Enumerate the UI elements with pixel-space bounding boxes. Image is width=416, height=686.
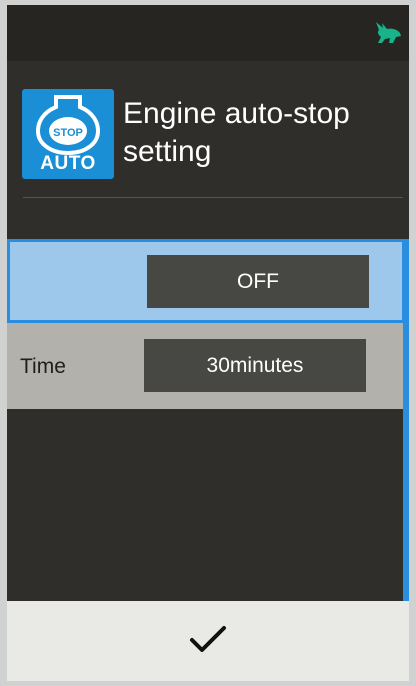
time-setting-row[interactable]: Time 30minutes [7,323,405,409]
footer-bar [7,601,409,681]
status-bar [7,5,409,61]
icon-stop-text: STOP [53,127,83,139]
mode-setting-row[interactable]: OFF [7,239,405,323]
checkmark-icon [188,623,228,660]
icon-auto-label: AUTO [40,153,96,174]
engine-autostop-screen: STOP AUTO Engine auto-stop setting OFF T… [7,5,409,681]
confirm-button[interactable] [7,601,409,681]
time-value-button[interactable]: 30minutes [144,339,366,392]
page-title: Engine auto-stop setting [123,97,350,168]
screen-header: STOP AUTO Engine auto-stop setting [7,61,409,211]
mode-value-button[interactable]: OFF [147,255,369,308]
header-divider [23,197,403,198]
engine-auto-stop-icon: STOP AUTO [22,89,114,179]
scrollbar[interactable] [403,239,409,601]
time-label: Time [20,355,66,378]
rabbit-icon [373,19,403,45]
